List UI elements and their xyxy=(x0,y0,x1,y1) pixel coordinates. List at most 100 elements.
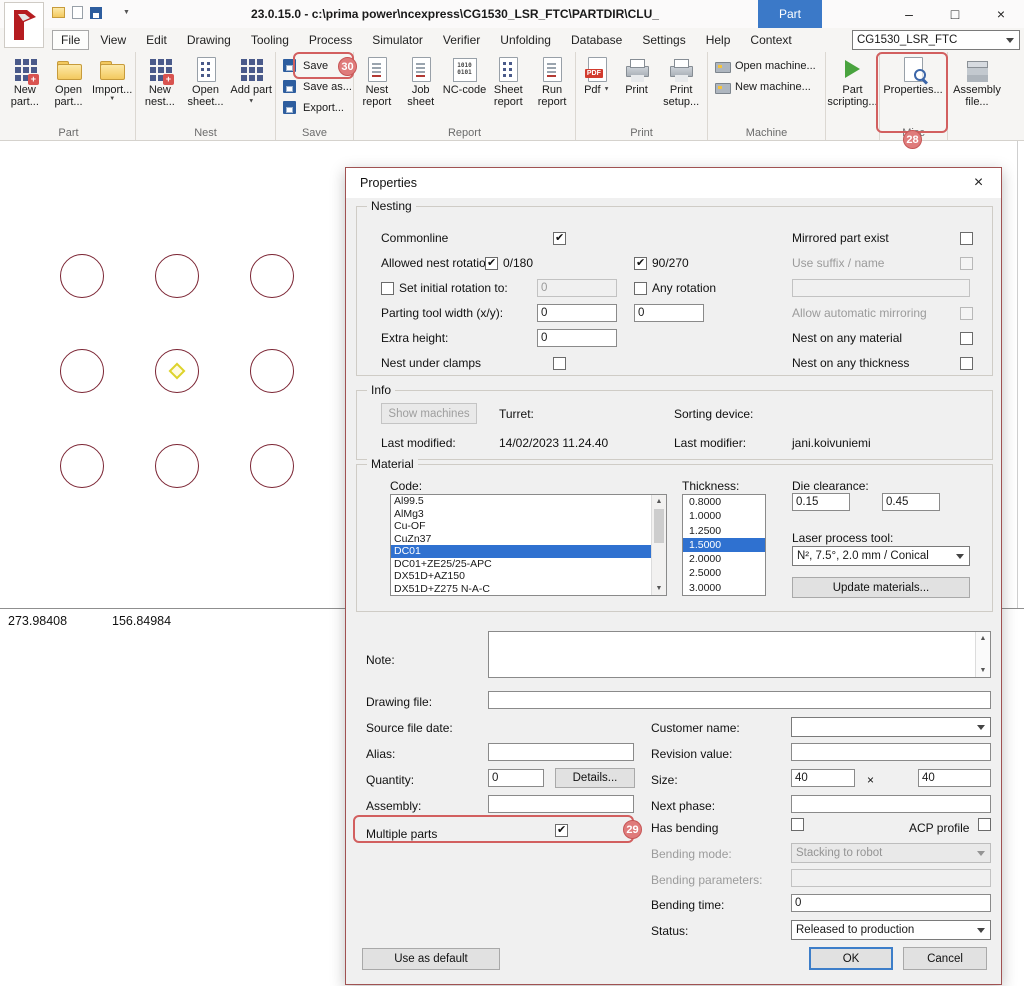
list-item[interactable]: 2.5000 xyxy=(683,566,765,580)
update-materials-button[interactable]: Update materials... xyxy=(792,577,970,598)
scroll-up-icon[interactable]: ▲ xyxy=(652,498,666,505)
job-sheet-button[interactable]: Job sheet xyxy=(399,53,443,109)
close-button[interactable]: × xyxy=(978,0,1024,28)
sheet-report-button[interactable]: Sheet report xyxy=(486,53,530,109)
qa-new-document-icon[interactable] xyxy=(72,6,83,19)
list-item[interactable]: 0.8000 xyxy=(683,495,765,509)
maximize-button[interactable]: □ xyxy=(932,0,978,28)
menu-context[interactable]: Context xyxy=(741,30,800,50)
dialog-titlebar[interactable]: Properties × xyxy=(346,168,1001,198)
list-item[interactable]: 1.0000 xyxy=(683,509,765,523)
list-item[interactable]: AlMg3 xyxy=(391,508,666,521)
list-item[interactable]: 1.2500 xyxy=(683,524,765,538)
new-machine-button[interactable]: New machine... xyxy=(709,76,824,97)
dialog-close-button[interactable]: × xyxy=(956,168,1001,198)
nest-report-button[interactable]: Nest report xyxy=(355,53,399,109)
new-part-button[interactable]: New part... xyxy=(3,53,47,109)
import-button[interactable]: Import... ▼ xyxy=(90,53,134,109)
code-list-scrollbar[interactable]: ▲ ▼ xyxy=(651,495,666,595)
list-item[interactable]: CuZn37 xyxy=(391,533,666,546)
die-clearance-field-1[interactable]: 0.15 xyxy=(792,493,850,511)
menu-settings[interactable]: Settings xyxy=(633,30,694,50)
machine-select-combo[interactable]: CG1530_LSR_FTC xyxy=(852,30,1020,50)
part-circle[interactable] xyxy=(250,444,294,488)
list-item-selected[interactable]: DC01 xyxy=(391,545,666,558)
list-item[interactable]: DC01+ZE25/25-APC xyxy=(391,558,666,571)
print-button[interactable]: Print xyxy=(617,53,657,109)
material-thickness-listbox[interactable]: 0.8000 1.0000 1.2500 1.5000 2.0000 2.500… xyxy=(682,494,766,596)
list-item[interactable]: 2.0000 xyxy=(683,552,765,566)
note-field[interactable]: ▲ ▼ xyxy=(488,631,991,678)
list-item[interactable]: Al99.5 xyxy=(391,495,666,508)
revision-value-field[interactable] xyxy=(791,743,991,761)
minimize-button[interactable]: – xyxy=(886,0,932,28)
assembly-file-button[interactable]: Assembly file... xyxy=(949,53,1005,109)
new-nest-button[interactable]: New nest... xyxy=(137,53,183,109)
scroll-down-icon[interactable]: ▼ xyxy=(652,585,666,592)
qa-dropdown-caret-icon[interactable]: ▼ xyxy=(123,9,130,16)
details-button[interactable]: Details... xyxy=(555,768,635,788)
list-item[interactable]: DX51D+Z275 N-A-C xyxy=(391,583,666,596)
nc-code-report-button[interactable]: NC-code xyxy=(443,53,487,109)
drawing-file-field[interactable] xyxy=(488,691,991,709)
ok-button[interactable]: OK xyxy=(809,947,893,970)
menu-edit[interactable]: Edit xyxy=(137,30,176,50)
nest-under-clamps-checkbox[interactable] xyxy=(553,357,566,370)
extra-height-field[interactable]: 0 xyxy=(537,329,617,347)
cancel-button[interactable]: Cancel xyxy=(903,947,987,970)
export-button[interactable]: Export... xyxy=(277,97,352,118)
context-tab-part[interactable]: Part xyxy=(758,0,822,28)
menu-verifier[interactable]: Verifier xyxy=(434,30,489,50)
part-circle[interactable] xyxy=(250,254,294,298)
list-item[interactable]: DX51D+AZ150 xyxy=(391,570,666,583)
menu-unfolding[interactable]: Unfolding xyxy=(491,30,560,50)
size-height-field[interactable]: 40 xyxy=(918,769,991,787)
list-item-selected[interactable]: 1.5000 xyxy=(683,538,765,552)
menu-simulator[interactable]: Simulator xyxy=(363,30,432,50)
part-circle[interactable] xyxy=(155,254,199,298)
next-phase-field[interactable] xyxy=(791,795,991,813)
parting-tool-y-field[interactable]: 0 xyxy=(634,304,704,322)
status-combo[interactable]: Released to production xyxy=(791,920,991,940)
rotation-0-180-checkbox[interactable] xyxy=(485,257,498,270)
window-titlebar[interactable]: ▼ 23.0.15.0 - c:\prima power\ncexpress\C… xyxy=(0,0,1024,28)
properties-button[interactable]: Properties... xyxy=(881,53,945,96)
use-as-default-button[interactable]: Use as default xyxy=(362,948,500,970)
scroll-down-icon[interactable]: ▼ xyxy=(976,667,990,674)
scroll-up-icon[interactable]: ▲ xyxy=(976,635,990,642)
scroll-thumb[interactable] xyxy=(654,509,664,543)
save-as-button[interactable]: Save as... xyxy=(277,76,352,97)
pdf-button[interactable]: Pdf ▼ xyxy=(577,53,617,109)
any-rotation-checkbox[interactable] xyxy=(634,282,647,295)
part-circle[interactable] xyxy=(60,444,104,488)
menu-process[interactable]: Process xyxy=(300,30,361,50)
multiple-parts-checkbox[interactable] xyxy=(555,824,568,837)
run-report-button[interactable]: Run report xyxy=(530,53,574,109)
qa-save-icon[interactable] xyxy=(90,7,102,19)
rotation-90-270-checkbox[interactable] xyxy=(634,257,647,270)
list-item[interactable]: Cu-OF xyxy=(391,520,666,533)
menu-drawing[interactable]: Drawing xyxy=(178,30,240,50)
open-machine-button[interactable]: Open machine... xyxy=(709,55,824,76)
menu-help[interactable]: Help xyxy=(697,30,740,50)
part-circle[interactable] xyxy=(60,254,104,298)
customer-name-combo[interactable] xyxy=(791,717,991,737)
list-item[interactable]: 3.0000 xyxy=(683,581,765,595)
material-code-listbox[interactable]: Al99.5 AlMg3 Cu-OF CuZn37 DC01 DC01+ZE25… xyxy=(390,494,667,596)
part-circle[interactable] xyxy=(155,444,199,488)
assembly-field[interactable] xyxy=(488,795,634,813)
add-part-button[interactable]: Add part ▼ xyxy=(228,53,274,109)
set-initial-rotation-checkbox[interactable] xyxy=(381,282,394,295)
print-setup-button[interactable]: Print setup... xyxy=(656,53,706,109)
part-circle[interactable] xyxy=(250,349,294,393)
has-bending-checkbox[interactable] xyxy=(791,818,804,831)
nest-on-any-material-checkbox[interactable] xyxy=(960,332,973,345)
mirrored-part-exist-checkbox[interactable] xyxy=(960,232,973,245)
parting-tool-x-field[interactable]: 0 xyxy=(537,304,617,322)
quantity-field[interactable]: 0 xyxy=(488,769,544,787)
nest-on-any-thickness-checkbox[interactable] xyxy=(960,357,973,370)
part-scripting-button[interactable]: Part scripting... xyxy=(827,53,878,109)
alias-field[interactable] xyxy=(488,743,634,761)
die-clearance-field-2[interactable]: 0.45 xyxy=(882,493,940,511)
menu-database[interactable]: Database xyxy=(562,30,631,50)
